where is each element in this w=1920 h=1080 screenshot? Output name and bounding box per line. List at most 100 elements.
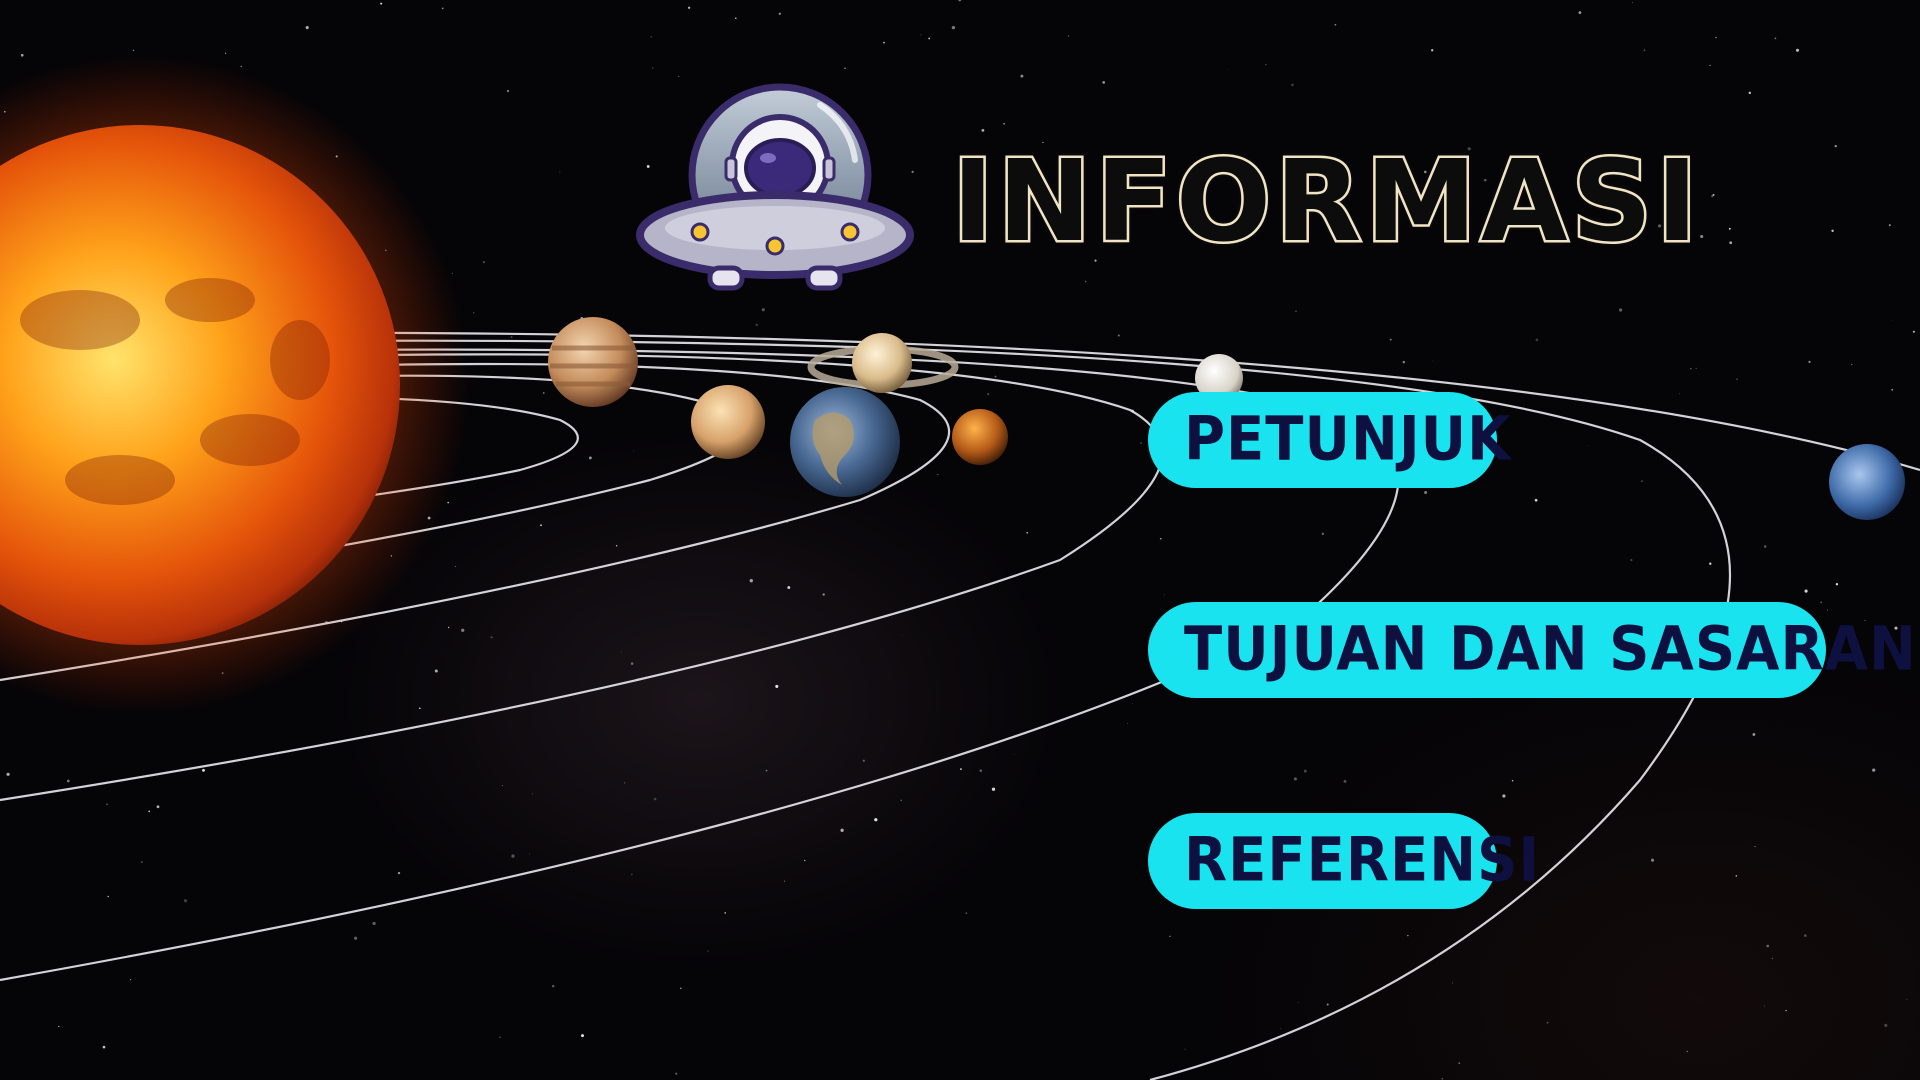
star bbox=[1808, 360, 1811, 364]
star bbox=[1643, 49, 1646, 52]
tujuan-dan-sasaran-button[interactable]: TUJUAN DAN SASARAN bbox=[1148, 602, 1916, 698]
star bbox=[202, 768, 205, 772]
star bbox=[1690, 368, 1692, 370]
star bbox=[1709, 562, 1712, 565]
astronaut-ufo-icon bbox=[636, 83, 914, 291]
star bbox=[783, 880, 786, 882]
star bbox=[765, 769, 768, 772]
star bbox=[911, 170, 914, 173]
star bbox=[483, 261, 485, 263]
star bbox=[1587, 445, 1589, 446]
star bbox=[1389, 338, 1392, 341]
star bbox=[862, 759, 865, 762]
star bbox=[804, 859, 806, 862]
star bbox=[1729, 241, 1733, 245]
petunjuk-button[interactable]: PETUNJUK bbox=[1148, 392, 1511, 488]
star bbox=[1912, 330, 1915, 333]
star bbox=[1127, 722, 1128, 724]
star bbox=[132, 49, 135, 52]
star bbox=[240, 65, 242, 68]
star bbox=[844, 67, 846, 69]
star bbox=[633, 450, 635, 452]
star bbox=[1546, 1021, 1549, 1024]
referensi-button-label: REFERENSI bbox=[1184, 825, 1541, 896]
star bbox=[540, 524, 542, 527]
star bbox=[1774, 37, 1777, 40]
star bbox=[775, 684, 779, 688]
star bbox=[1014, 754, 1015, 756]
star bbox=[441, 7, 444, 10]
star bbox=[1117, 334, 1120, 337]
star bbox=[735, 17, 737, 19]
star bbox=[650, 36, 652, 38]
star bbox=[1888, 224, 1891, 227]
star bbox=[994, 375, 997, 378]
star bbox=[624, 782, 626, 784]
star bbox=[1735, 875, 1738, 877]
star bbox=[141, 861, 143, 863]
star bbox=[1280, 1028, 1282, 1030]
star bbox=[1686, 1050, 1688, 1053]
planet-venus bbox=[691, 385, 765, 459]
star bbox=[107, 895, 109, 898]
star bbox=[1511, 779, 1514, 782]
star bbox=[1619, 308, 1623, 312]
star bbox=[1003, 122, 1005, 125]
star bbox=[778, 12, 781, 15]
star bbox=[991, 787, 996, 791]
star bbox=[631, 873, 633, 876]
planet-saturn bbox=[852, 333, 912, 393]
star bbox=[66, 779, 70, 783]
star bbox=[1026, 531, 1029, 534]
star bbox=[1906, 998, 1908, 1000]
star bbox=[1650, 858, 1655, 862]
star bbox=[372, 921, 376, 926]
star bbox=[1502, 794, 1506, 798]
star bbox=[1630, 559, 1633, 562]
star bbox=[1343, 779, 1347, 783]
star bbox=[883, 41, 885, 44]
star bbox=[501, 785, 503, 786]
star bbox=[1297, 1002, 1299, 1003]
star bbox=[552, 985, 555, 988]
star bbox=[1641, 480, 1643, 482]
star bbox=[1763, 1005, 1765, 1007]
star bbox=[928, 37, 931, 40]
star bbox=[755, 323, 758, 327]
star bbox=[1067, 35, 1070, 37]
star bbox=[1766, 944, 1770, 948]
star bbox=[397, 871, 401, 875]
star bbox=[1159, 537, 1162, 540]
star bbox=[615, 545, 618, 547]
star bbox=[1578, 11, 1582, 14]
star bbox=[1709, 64, 1711, 67]
planet-jupiter bbox=[548, 317, 638, 407]
star bbox=[959, 768, 962, 771]
star bbox=[1169, 935, 1171, 937]
referensi-button[interactable]: REFERENSI bbox=[1148, 813, 1539, 909]
star bbox=[1458, 1062, 1461, 1064]
star bbox=[1534, 498, 1538, 502]
star bbox=[1291, 83, 1294, 87]
star bbox=[183, 899, 188, 903]
star bbox=[148, 810, 151, 813]
star bbox=[1712, 193, 1715, 196]
star bbox=[652, 67, 654, 69]
star bbox=[707, 950, 709, 952]
star bbox=[1228, 69, 1229, 70]
star bbox=[1102, 81, 1106, 84]
star bbox=[454, 566, 456, 568]
star bbox=[679, 987, 682, 990]
star bbox=[761, 308, 765, 312]
star bbox=[559, 171, 561, 173]
star bbox=[1326, 1003, 1329, 1006]
star bbox=[1754, 845, 1756, 848]
star bbox=[1402, 360, 1406, 364]
star bbox=[1831, 229, 1834, 233]
star bbox=[1872, 768, 1876, 772]
page-title-wrap: INFORMASI bbox=[950, 132, 1702, 272]
star bbox=[1771, 957, 1774, 960]
star bbox=[630, 662, 634, 665]
star bbox=[920, 34, 922, 36]
star bbox=[1441, 1077, 1444, 1080]
